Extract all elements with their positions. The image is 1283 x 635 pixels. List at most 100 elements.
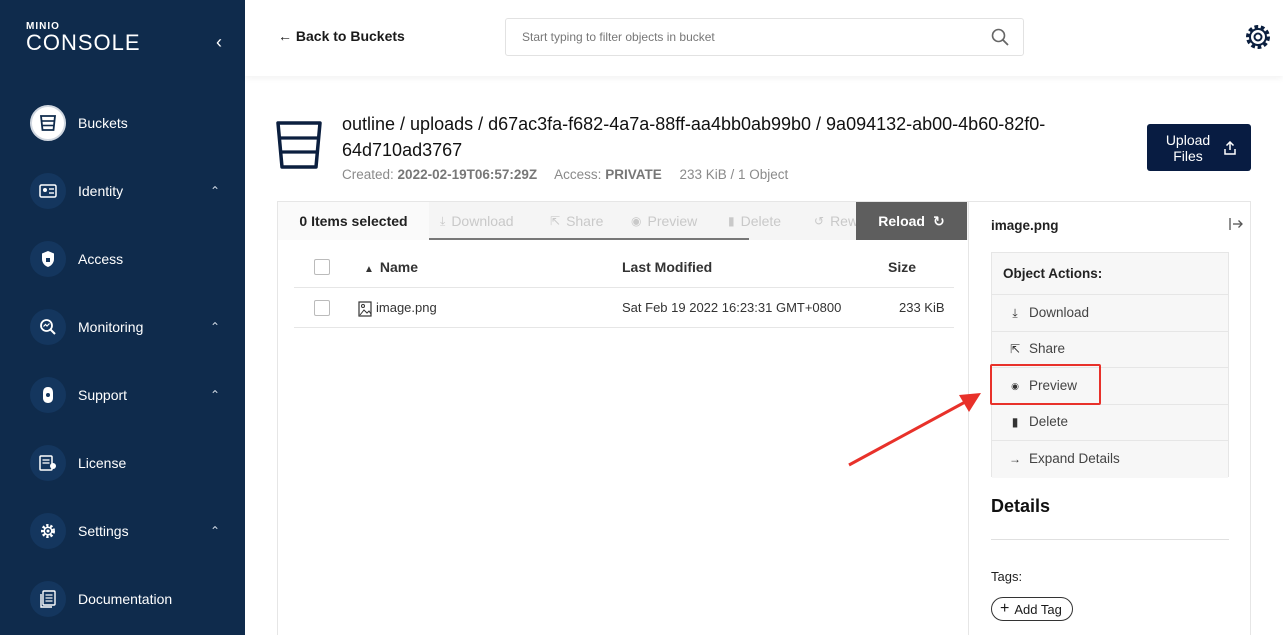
sidebar-item-settings[interactable]: Settings ⌃ (30, 513, 230, 549)
chevron-up-icon: ⌃ (209, 184, 220, 198)
action-label: Delete (1029, 414, 1069, 430)
tab-label: Rew (830, 213, 859, 229)
action-share[interactable]: ⇱ Share (992, 331, 1228, 368)
sidebar-item-label: Buckets (78, 115, 128, 131)
toolbar-rewind-button[interactable]: ↺ Rew (814, 202, 858, 240)
action-label: Share (1029, 341, 1066, 357)
access-value: PRIVATE (605, 167, 662, 182)
created-label: Created: (342, 167, 394, 182)
divider (991, 539, 1229, 540)
toolbar-preview-button[interactable]: ◉ Preview (631, 202, 697, 240)
size-info: 233 KiB / 1 Object (679, 167, 789, 182)
upload-icon (1224, 140, 1236, 155)
trash-icon: ▮ (728, 214, 735, 228)
share-icon: ⇱ (1009, 342, 1021, 357)
chevron-up-icon: ⌃ (209, 320, 220, 334)
sidebar-item-label: Identity (78, 183, 124, 199)
table-header: ▲ Name Last Modified Size (294, 246, 954, 288)
share-icon: ⇱ (550, 214, 561, 228)
gear-icon (30, 513, 66, 549)
sidebar-item-buckets[interactable]: Buckets (30, 105, 230, 141)
tags-label: Tags: (991, 569, 1023, 584)
toolbar-delete-button[interactable]: ▮ Delete (728, 202, 781, 240)
chevron-up-icon: ⌃ (209, 524, 220, 538)
sidebar: MINIO CONSOLE ‹ Buckets Identity ⌃ Acces… (0, 0, 245, 635)
search-input[interactable] (506, 19, 976, 55)
eye-icon: ◉ (1011, 380, 1019, 391)
tab-underline (429, 238, 749, 240)
column-label: Name (379, 259, 419, 275)
action-download[interactable]: ⤓ Download (992, 295, 1228, 332)
object-path-title: outline / uploads / d67ac3fa-f682-4a7a-8… (342, 114, 1046, 160)
bucket-meta: Created: 2022-02-19T06:57:29Z Access: PR… (342, 167, 788, 182)
toolbar-share-button[interactable]: ⇱ Share (550, 202, 603, 240)
object-details-panel: image.png Object Actions: ⤓ Download ⇱ Sha… (968, 202, 1252, 635)
chevron-left-icon[interactable]: ‹ (210, 32, 228, 52)
document-icon (30, 581, 66, 617)
sidebar-item-label: Documentation (78, 591, 173, 607)
select-all-checkbox[interactable] (314, 259, 330, 275)
created-value: 2022-02-19T06:57:29Z (397, 167, 538, 182)
back-link-label: Back to Buckets (295, 28, 405, 44)
column-last-modified[interactable]: Last Modified (622, 246, 712, 288)
sidebar-item-support[interactable]: Support ⌃ (30, 377, 230, 413)
upload-files-button[interactable]: Upload Files (1147, 124, 1251, 171)
column-size[interactable]: Size (888, 246, 916, 288)
cell-size: 233 KiB (899, 300, 945, 315)
objects-table: ▲ Name Last Modified Size image.png Sat F… (294, 246, 954, 328)
tab-label: Delete (740, 213, 782, 229)
gear-icon[interactable] (1243, 22, 1273, 52)
column-name[interactable]: ▲ Name (364, 246, 418, 288)
action-preview[interactable]: ◉ Preview (992, 368, 1228, 405)
sidebar-item-access[interactable]: Access (30, 241, 230, 277)
objects-toolbar: 0 Items selected ⤓ Download ⇱ Share ◉ Previ… (278, 202, 968, 240)
image-file-icon (358, 300, 372, 317)
row-checkbox[interactable] (314, 300, 330, 316)
sort-asc-icon: ▲ (364, 264, 374, 275)
chevron-up-icon: ⌃ (209, 388, 220, 402)
add-tag-label: Add Tag (1014, 601, 1062, 617)
sidebar-item-identity[interactable]: Identity ⌃ (30, 173, 230, 209)
access-label: Access: (554, 167, 602, 182)
minio-console-logo[interactable]: MINIO CONSOLE (26, 22, 141, 54)
tab-label: Share (566, 213, 604, 229)
action-label: Download (1029, 304, 1090, 320)
selected-object-name: image.png (991, 218, 1059, 233)
id-card-icon (30, 173, 66, 209)
bucket-icon (30, 105, 66, 141)
back-to-buckets-link[interactable]: ← Back to Buckets (278, 28, 405, 44)
close-panel-icon[interactable] (1228, 216, 1244, 232)
object-actions-title: Object Actions: (992, 253, 1228, 295)
toolbar-download-button[interactable]: ⤓ Download (440, 202, 514, 240)
sidebar-item-label: Support (78, 387, 128, 403)
action-delete[interactable]: ▮ Delete (992, 404, 1228, 441)
download-icon: ⤓ (1012, 305, 1018, 320)
plus-icon: + (1000, 600, 1010, 617)
magnifier-chart-icon (30, 309, 66, 345)
reload-label: Reload (878, 213, 925, 229)
tab-label: Preview (647, 213, 698, 229)
action-expand-details[interactable]: → Expand Details (992, 441, 1228, 478)
sidebar-item-documentation[interactable]: Documentation (30, 581, 230, 617)
sidebar-item-label: License (78, 455, 127, 471)
search-icon[interactable] (991, 28, 1009, 46)
sidebar-item-license[interactable]: License (30, 445, 230, 481)
add-tag-button[interactable]: + Add Tag (991, 597, 1073, 621)
tab-label: Download (451, 213, 514, 229)
action-label: Expand Details (1029, 451, 1120, 467)
logo-big-text: CONSOLE (26, 30, 141, 55)
top-bar: ← Back to Buckets (245, 0, 1283, 76)
sidebar-item-label: Monitoring (78, 319, 144, 335)
table-row[interactable]: image.png Sat Feb 19 2022 16:23:31 GMT+0… (294, 288, 954, 328)
upload-label: Upload Files (1165, 131, 1211, 164)
arrow-right-icon: → (1009, 452, 1021, 467)
eye-icon: ◉ (631, 214, 642, 228)
file-name: image.png (376, 300, 437, 315)
arrow-left-icon: ← (278, 28, 296, 44)
cell-last-modified: Sat Feb 19 2022 16:23:31 GMT+0800 (622, 300, 842, 315)
rewind-icon: ↺ (814, 214, 825, 228)
lock-shield-icon (30, 241, 66, 277)
reload-button[interactable]: Reload ↻ (856, 202, 967, 240)
details-heading: Details (991, 496, 1051, 516)
sidebar-item-monitoring[interactable]: Monitoring ⌃ (30, 309, 230, 345)
